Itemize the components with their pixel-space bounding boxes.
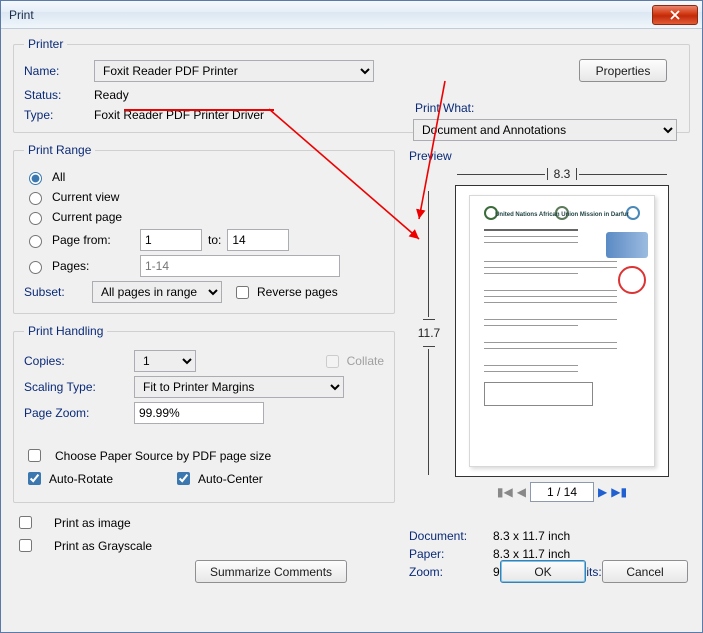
reverse-pages-label: Reverse pages [257, 285, 338, 299]
copies-select[interactable]: 1 [134, 350, 196, 372]
pager-page-indicator[interactable]: 1 / 14 [530, 482, 594, 502]
page-zoom-input [134, 402, 264, 424]
auto-rotate-label: Auto-Rotate [49, 472, 113, 486]
preview-height-dim: 11.7 [418, 320, 440, 346]
print-dialog: Print Printer Name: Foxit Reader PDF Pri… [0, 0, 703, 633]
preview-width-dim: 8.3 [548, 167, 577, 181]
preview-page: United Nations African Union Mission in … [469, 195, 656, 468]
pager-prev-icon[interactable]: ◀ [517, 485, 526, 499]
print-as-image-label: Print as image [54, 516, 131, 530]
name-label: Name: [24, 64, 86, 78]
radio-current-page[interactable] [29, 212, 42, 225]
status-label: Status: [24, 88, 86, 102]
pager-next-icon[interactable]: ▶ [598, 485, 607, 499]
titlebar: Print [1, 1, 702, 29]
auto-rotate-checkbox[interactable] [28, 472, 41, 485]
pager-first-icon[interactable]: ▮◀ [497, 485, 513, 499]
annotation-arrow-icon [401, 59, 461, 229]
page-zoom-label: Page Zoom: [24, 406, 124, 420]
preview-pager: ▮◀ ◀ 1 / 14 ▶ ▶▮ [455, 481, 669, 503]
bottom-bar: Summarize Comments OK Cancel [1, 560, 702, 583]
scaling-type-label: Scaling Type: [24, 380, 124, 394]
print-range-legend: Print Range [24, 143, 95, 157]
meta-paper-value: 8.3 x 11.7 inch [493, 547, 570, 561]
radio-current-view-label: Current view [52, 190, 119, 204]
subset-label: Subset: [24, 285, 82, 299]
summarize-comments-button[interactable]: Summarize Comments [195, 560, 347, 583]
client-area: Printer Name: Foxit Reader PDF Printer P… [1, 29, 702, 595]
window-title: Print [9, 8, 652, 22]
doc-body-lines [484, 224, 641, 453]
collate-label: Collate [347, 354, 384, 368]
close-icon [670, 10, 680, 20]
radio-page-from-label: Page from: [52, 233, 134, 247]
choose-paper-source-checkbox[interactable] [28, 449, 41, 462]
auto-center-label: Auto-Center [198, 472, 263, 486]
printer-legend: Printer [24, 37, 67, 51]
print-grayscale-checkbox[interactable] [19, 539, 32, 552]
cancel-button[interactable]: Cancel [602, 560, 688, 583]
radio-page-from[interactable] [29, 235, 42, 248]
radio-pages[interactable] [29, 261, 42, 274]
collate-checkbox [326, 355, 339, 368]
ok-button[interactable]: OK [500, 560, 586, 583]
print-as-image-checkbox[interactable] [19, 516, 32, 529]
subset-select[interactable]: All pages in range [92, 281, 222, 303]
radio-current-page-label: Current page [52, 210, 122, 224]
meta-document-value: 8.3 x 11.7 inch [493, 529, 570, 543]
type-label: Type: [24, 108, 86, 122]
print-handling-legend: Print Handling [24, 324, 107, 338]
pager-last-icon[interactable]: ▶▮ [611, 485, 627, 499]
meta-paper-label: Paper: [409, 547, 485, 561]
properties-button[interactable]: Properties [579, 59, 667, 82]
close-button[interactable] [652, 5, 698, 25]
radio-all[interactable] [29, 172, 42, 185]
print-grayscale-label: Print as Grayscale [54, 539, 152, 553]
radio-all-label: All [52, 170, 65, 184]
doc-title: United Nations African Union Mission in … [470, 212, 655, 218]
auto-center-checkbox[interactable] [177, 472, 190, 485]
radio-pages-label: Pages: [52, 259, 134, 273]
page-from-input[interactable] [140, 229, 202, 251]
pages-pattern-input[interactable] [140, 255, 340, 277]
page-to-label: to: [208, 233, 221, 247]
radio-current-view[interactable] [29, 192, 42, 205]
preview-page-outer: United Nations African Union Mission in … [455, 185, 669, 477]
print-handling-fieldset: Print Handling Copies: 1 Collate Scaling… [13, 324, 395, 503]
copies-label: Copies: [24, 354, 124, 368]
scaling-type-select[interactable]: Fit to Printer Margins [134, 376, 344, 398]
reverse-pages-checkbox[interactable] [236, 286, 249, 299]
meta-document-label: Document: [409, 529, 485, 543]
choose-paper-source-label: Choose Paper Source by PDF page size [55, 449, 271, 463]
